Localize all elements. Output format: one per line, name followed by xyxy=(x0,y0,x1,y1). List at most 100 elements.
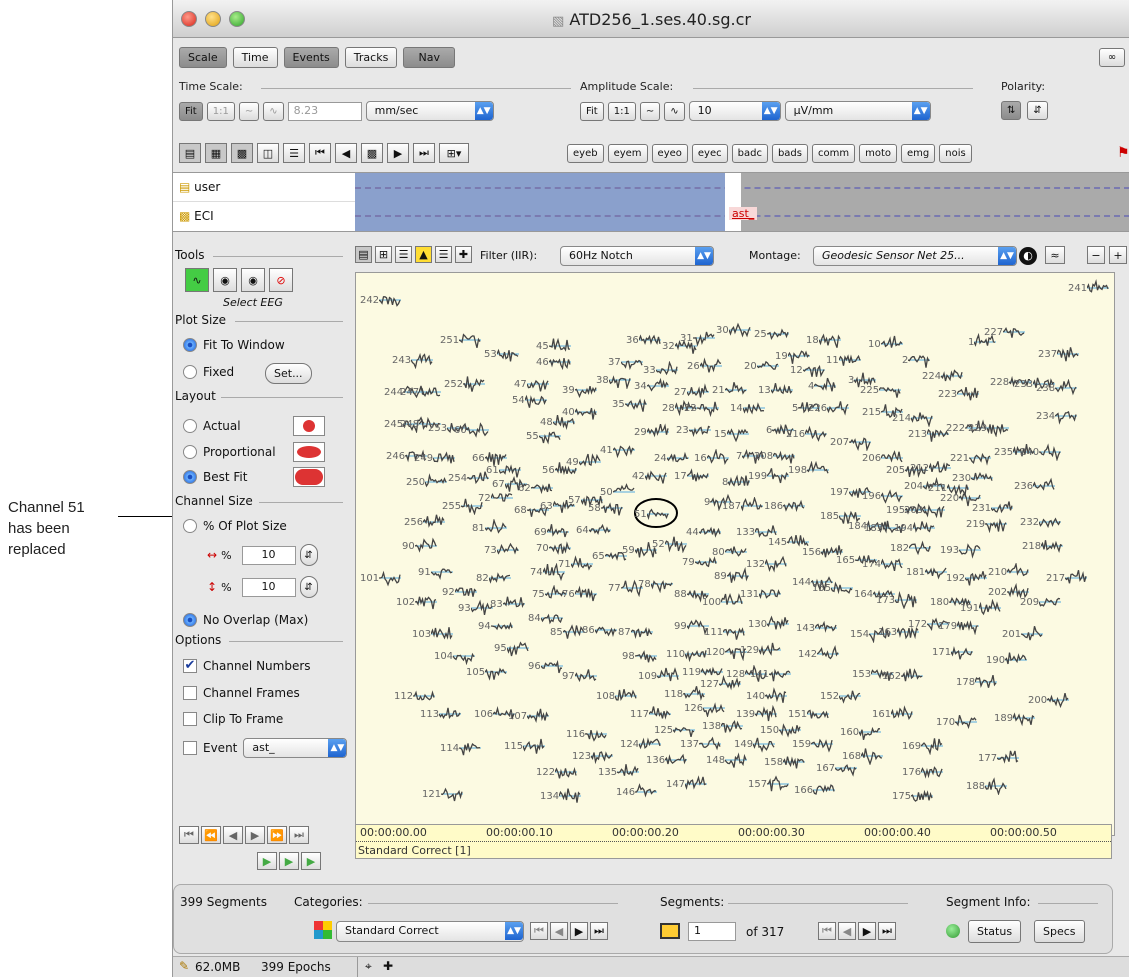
checkbox[interactable] xyxy=(183,712,197,726)
step-forward-icon[interactable]: ▶ xyxy=(245,826,265,844)
eeg-topo-plot[interactable]: 242 241 251 53 45 36 31 30 25 18 10 1 227 243 46 37 32 33… xyxy=(355,272,1115,836)
montage-edit-icon[interactable]: ≈ xyxy=(1045,246,1065,264)
channel-114[interactable]: 114 xyxy=(440,739,482,757)
channel-55[interactable]: 55 xyxy=(526,427,561,445)
channel-210[interactable]: 210 xyxy=(988,563,1030,581)
channel-81[interactable]: 81 xyxy=(472,519,507,537)
zoom-tool-icon[interactable]: ◉ xyxy=(213,268,237,292)
channel-102[interactable]: 102 xyxy=(396,593,438,611)
checkbox[interactable] xyxy=(183,741,197,755)
best-fit-option[interactable]: Best Fit xyxy=(183,470,247,484)
channel-122[interactable]: 122 xyxy=(536,763,578,781)
time-cursor[interactable] xyxy=(725,173,741,231)
channel-250[interactable]: 250 xyxy=(406,473,448,491)
channel-224[interactable]: 224 xyxy=(922,367,964,385)
tab-time[interactable]: Time xyxy=(232,47,278,68)
first-segment-icon[interactable]: ⏮ xyxy=(179,826,199,844)
stepper-icon[interactable]: ⇵ xyxy=(299,544,318,566)
channel-21[interactable]: 21 xyxy=(712,381,747,399)
event-code-button[interactable]: nois xyxy=(939,144,972,163)
channel-79[interactable]: 79 xyxy=(682,553,717,571)
time-scale-field[interactable]: 8.23 xyxy=(287,101,362,121)
channel-44[interactable]: 44 xyxy=(686,523,721,541)
channel-209[interactable]: 209 xyxy=(1020,593,1062,611)
channel-201[interactable]: 201 xyxy=(1002,625,1044,643)
channel-199[interactable]: 199 xyxy=(748,467,790,485)
fit-to-window-option[interactable]: Fit To Window xyxy=(183,338,285,352)
channel-111[interactable]: 111 xyxy=(704,623,746,641)
channel-121[interactable]: 121 xyxy=(422,785,464,803)
channel-11[interactable]: 11 xyxy=(826,351,861,369)
proportional-option[interactable]: Proportional xyxy=(183,445,276,459)
time-compress-icon[interactable]: ∼ xyxy=(238,101,260,121)
rewind-icon[interactable]: ⏪ xyxy=(201,826,221,844)
checkbox[interactable] xyxy=(183,686,197,700)
next-segment-icon[interactable]: ▶ xyxy=(858,922,876,940)
channel-225[interactable]: 225 xyxy=(860,381,902,399)
last-category-icon[interactable]: ⏭ xyxy=(590,922,608,940)
first-category-icon[interactable]: ⏮ xyxy=(530,922,548,940)
clip-to-frame-option[interactable]: Clip To Frame xyxy=(183,712,283,726)
eeg-select-tool-icon[interactable]: ∿ xyxy=(185,268,209,292)
channel-147[interactable]: 147 xyxy=(666,775,708,793)
prev-segment-icon[interactable]: ◀ xyxy=(838,922,856,940)
channel-236[interactable]: 236 xyxy=(1014,477,1056,495)
montage-select[interactable]: Geodesic Sensor Net 25... ▲▼ xyxy=(813,246,1017,266)
channel-37[interactable]: 37 xyxy=(608,353,643,371)
channel-175[interactable]: 175 xyxy=(892,787,934,805)
tab-scale[interactable]: Scale xyxy=(179,47,227,68)
channel-234[interactable]: 234 xyxy=(1036,407,1078,425)
channel-186[interactable]: 186 xyxy=(764,497,806,515)
percent-of-plot-option[interactable]: % Of Plot Size xyxy=(183,519,287,533)
channel-130[interactable]: 130 xyxy=(748,615,790,633)
amp-value-select[interactable]: 10 ▲▼ xyxy=(688,101,781,121)
tab-events[interactable]: Events xyxy=(283,47,339,68)
channel-177[interactable]: 177 xyxy=(978,749,1020,767)
event-code-button[interactable]: comm xyxy=(812,144,856,163)
channel-203[interactable]: 203 xyxy=(904,501,946,519)
channel-64[interactable]: 64 xyxy=(576,521,611,539)
next-event-icon[interactable]: ▶ xyxy=(387,143,409,163)
first-event-icon[interactable]: ⏮ xyxy=(309,143,331,163)
channel-16[interactable]: 16 xyxy=(694,449,729,467)
channel-189[interactable]: 189 xyxy=(994,709,1036,727)
eye-tool-icon[interactable]: ◉ xyxy=(241,268,265,292)
channel-247[interactable]: 247 xyxy=(400,383,442,401)
channel-94[interactable]: 94 xyxy=(478,617,513,635)
channel-30[interactable]: 30 xyxy=(716,321,751,339)
channel-100[interactable]: 100 xyxy=(702,593,744,611)
channel-142[interactable]: 142 xyxy=(798,645,840,663)
channel-237[interactable]: 237 xyxy=(1038,345,1080,363)
channel-171[interactable]: 171 xyxy=(932,643,974,661)
channel-89[interactable]: 89 xyxy=(714,567,749,585)
channel-87[interactable]: 87 xyxy=(618,623,653,641)
channel-113[interactable]: 113 xyxy=(420,705,462,723)
channel-40[interactable]: 40 xyxy=(562,403,597,421)
event-code-button[interactable]: eyeb xyxy=(567,144,604,163)
channel-159[interactable]: 159 xyxy=(792,735,834,753)
channel-198[interactable]: 198 xyxy=(788,461,830,479)
time-units-select[interactable]: mm/sec ▲▼ xyxy=(365,101,494,121)
last-segment-icon[interactable]: ⏭ xyxy=(878,922,896,940)
channel-72[interactable]: 72 xyxy=(478,489,513,507)
amp-units-select[interactable]: µV/mm ▲▼ xyxy=(784,101,931,121)
channel-17[interactable]: 17 xyxy=(674,467,709,485)
width-percent-field[interactable]: 10 xyxy=(241,545,296,565)
channel-242[interactable]: 242 xyxy=(360,291,402,309)
channel-108[interactable]: 108 xyxy=(596,687,638,705)
channel-254[interactable]: 254 xyxy=(448,469,490,487)
channel-90[interactable]: 90 xyxy=(402,537,437,555)
channel-76[interactable]: 76 xyxy=(562,585,597,603)
channel-143[interactable]: 143 xyxy=(796,619,838,637)
channel-148[interactable]: 148 xyxy=(706,751,748,769)
pointer-tool-icon[interactable]: ⌖ xyxy=(365,959,372,974)
view-mode-icon[interactable]: ▤ xyxy=(355,246,372,263)
event-select[interactable]: ast_ ▲▼ xyxy=(243,738,348,758)
channel-73[interactable]: 73 xyxy=(484,541,519,559)
channel-223[interactable]: 223 xyxy=(938,385,980,403)
tab-nav[interactable]: Nav xyxy=(403,47,456,68)
channel-166[interactable]: 166 xyxy=(794,781,836,799)
channel-218[interactable]: 218 xyxy=(1022,537,1064,555)
set-button[interactable]: Set... xyxy=(265,363,312,384)
channel-62[interactable]: 62 xyxy=(518,479,553,497)
